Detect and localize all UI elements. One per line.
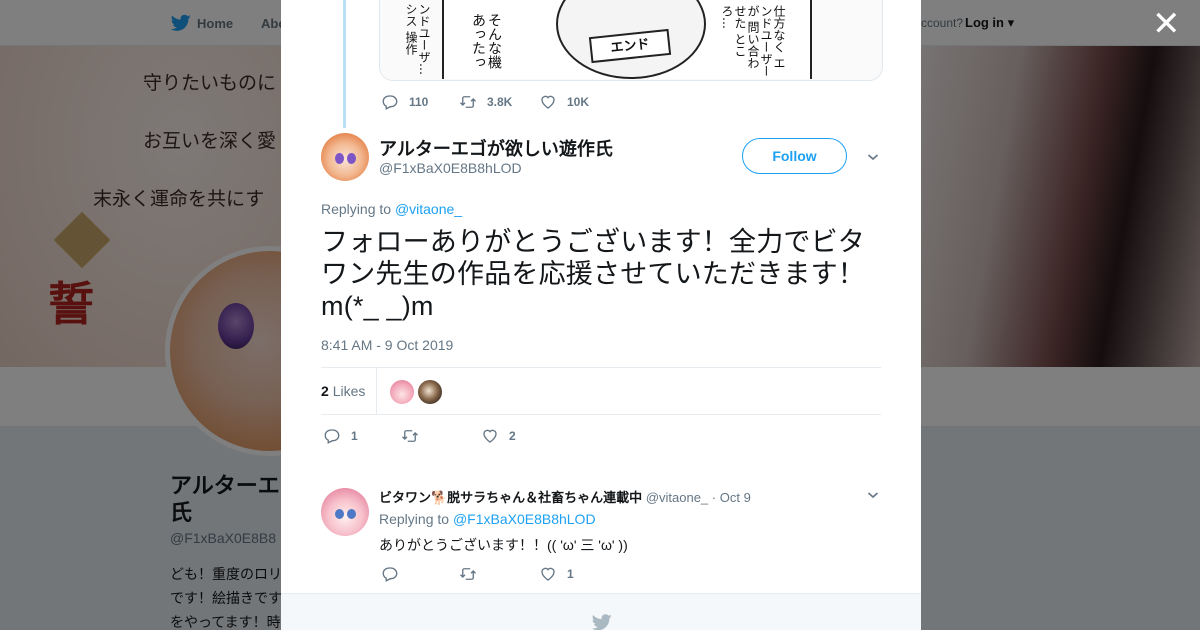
reply-action[interactable]: 110 [381, 93, 428, 111]
reply-author-name[interactable]: ビタワン🐕脱サラちゃん＆社畜ちゃん連載中 [379, 490, 642, 505]
manga-bubble: 仕方なく エンドユーザーが 問い合わせた ところ… [720, 5, 786, 77]
reply-icon [324, 429, 340, 444]
retweet-icon [460, 96, 476, 108]
previous-tweet-image[interactable]: ンドユーザ… シス 操作 そんな機 あったっ エンド 仕方なく エンドユーザーが… [379, 0, 883, 81]
reply-icon [382, 567, 398, 582]
reply-count: 1 [351, 429, 358, 443]
thread-connector-line [343, 0, 346, 128]
chevron-down-icon[interactable] [867, 489, 879, 501]
like-action[interactable]: 2 [481, 427, 516, 445]
follow-button[interactable]: Follow [742, 138, 847, 174]
avatar-eye-art [347, 153, 356, 164]
avatar-eye-art [347, 509, 356, 519]
like-count: 1 [567, 567, 574, 581]
liker-avatar[interactable] [390, 380, 414, 404]
retweet-action[interactable]: 3.8K [459, 93, 512, 111]
replying-to-label: Replying to [321, 201, 392, 217]
reply-count: 110 [409, 95, 429, 109]
replying-to-mention[interactable]: @F1xBaX0E8B8hLOD [453, 511, 596, 527]
reply-icon [382, 95, 398, 110]
retweet-action[interactable] [459, 565, 477, 583]
heart-icon [541, 567, 555, 581]
retweet-count: 3.8K [487, 95, 513, 109]
like-count: 10K [567, 95, 590, 109]
replying-to-mention[interactable]: @vitaone_ [395, 201, 462, 217]
reply-action[interactable] [381, 565, 399, 583]
like-action[interactable]: 10K [539, 93, 589, 111]
avatar-eye-art [335, 509, 344, 519]
reply-action[interactable]: 1 [323, 427, 358, 445]
retweet-icon [402, 430, 418, 442]
avatar-eye-art [335, 153, 344, 164]
reply-header: ビタワン🐕脱サラちゃん＆社畜ちゃん連載中 @vitaone_ · Oct 9 [379, 487, 751, 506]
manga-bubble: ンドユーザ… シス 操作 [404, 3, 431, 75]
retweet-icon [460, 568, 476, 580]
reply-tweet[interactable]: ビタワン🐕脱サラちゃん＆社畜ちゃん連載中 @vitaone_ · Oct 9 R… [281, 475, 921, 593]
tweet-author-name[interactable]: アルターエゴが欲しい遊作氏 [379, 135, 613, 161]
like-action[interactable]: 1 [539, 565, 574, 583]
likes-count-link[interactable]: 2 Likes [321, 383, 365, 399]
tweet-text: フォローありがとうございます！全力でビタワン先生の作品を応援させていただきます！… [321, 227, 865, 321]
likes-summary: 2 Likes [321, 367, 881, 415]
likes-divider [376, 368, 377, 414]
reply-text: ありがとうございます！！(( 'ω' 三 'ω' )) [379, 537, 628, 553]
heart-icon [483, 429, 497, 443]
tweet-author-avatar[interactable] [321, 133, 369, 181]
heart-icon [541, 95, 555, 109]
retweet-action[interactable] [401, 427, 419, 445]
modal-footer [281, 593, 921, 630]
close-icon[interactable]: ✕ [1152, 7, 1181, 41]
twitter-bird-icon [592, 614, 612, 630]
tweet-modal: ンドユーザ… シス 操作 そんな機 あったっ エンド 仕方なく エンドユーザーが… [281, 0, 921, 630]
likes-number: 2 [321, 383, 329, 399]
tweet-author-handle[interactable]: @F1xBaX0E8B8hLOD [379, 160, 522, 176]
reply-date[interactable]: · Oct 9 [712, 490, 751, 505]
like-count: 2 [509, 429, 516, 443]
manga-bubble: そんな機 あったっ [470, 13, 502, 69]
reply-replying-to: Replying to @F1xBaX0E8B8hLOD [379, 511, 596, 527]
liker-avatar[interactable] [418, 380, 442, 404]
tweet-timestamp[interactable]: 8:41 AM - 9 Oct 2019 [321, 337, 453, 353]
likes-label: Likes [332, 383, 366, 399]
replying-to: Replying to @vitaone_ [321, 201, 462, 217]
reply-author-avatar[interactable] [321, 488, 369, 536]
replying-to-label: Replying to [379, 511, 450, 527]
reply-author-handle[interactable]: @vitaone_ [646, 490, 708, 505]
chevron-down-icon[interactable] [867, 151, 879, 163]
